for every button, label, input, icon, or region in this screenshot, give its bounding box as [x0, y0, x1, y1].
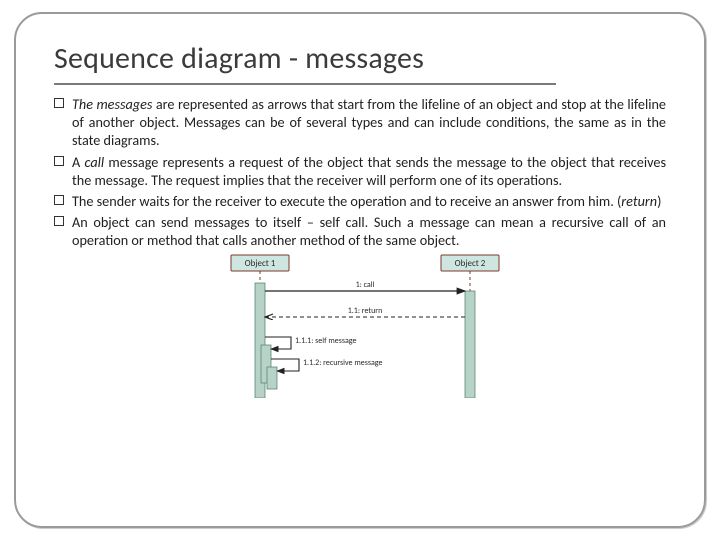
- text-run: The sender waits for the receiver to exe…: [72, 192, 621, 210]
- bullet-text: The messages are represented as arrows t…: [72, 95, 666, 150]
- bullet-marker-icon: [54, 98, 64, 108]
- diagram-svg: Object 1 Object 2 1: call 1.1: return: [205, 253, 515, 398]
- list-item: The sender waits for the receiver to exe…: [54, 192, 666, 210]
- activation-bar-nested: [267, 367, 277, 389]
- bullet-marker-icon: [54, 195, 64, 205]
- italic-phrase: The messages: [72, 95, 152, 113]
- message-label: 1.1.1: self message: [295, 336, 357, 346]
- text-run: A: [72, 153, 85, 171]
- bullet-text: The sender waits for the receiver to exe…: [72, 192, 666, 210]
- slide-title: Sequence diagram - messages: [54, 40, 666, 77]
- slide-frame: Sequence diagram - messages The messages…: [14, 12, 706, 528]
- bullet-text: A call message represents a request of t…: [72, 153, 666, 189]
- message-label: 1.1: return: [348, 306, 383, 316]
- object-label: Object 2: [455, 258, 486, 269]
- message-label: 1: call: [356, 280, 375, 290]
- bullet-list: The messages are represented as arrows t…: [54, 95, 666, 249]
- title-underline: [54, 83, 556, 85]
- text-run: ): [657, 192, 661, 210]
- message-label: 1.1.2: recursive message: [303, 358, 383, 368]
- italic-phrase: call: [85, 153, 105, 171]
- sequence-diagram: Object 1 Object 2 1: call 1.1: return: [54, 253, 666, 398]
- list-item: An object can send messages to itself – …: [54, 213, 666, 249]
- italic-phrase: return: [621, 192, 657, 210]
- list-item: A call message represents a request of t…: [54, 153, 666, 189]
- bullet-marker-icon: [54, 216, 64, 226]
- text-run: message represents a request of the obje…: [72, 153, 666, 189]
- text-run: are represented as arrows that start fro…: [72, 95, 666, 149]
- list-item: The messages are represented as arrows t…: [54, 95, 666, 150]
- bullet-text: An object can send messages to itself – …: [72, 213, 666, 249]
- text-run: An object can send messages to itself – …: [72, 213, 666, 249]
- bullet-marker-icon: [54, 156, 64, 166]
- activation-bar: [465, 291, 475, 398]
- object-label: Object 1: [245, 258, 276, 269]
